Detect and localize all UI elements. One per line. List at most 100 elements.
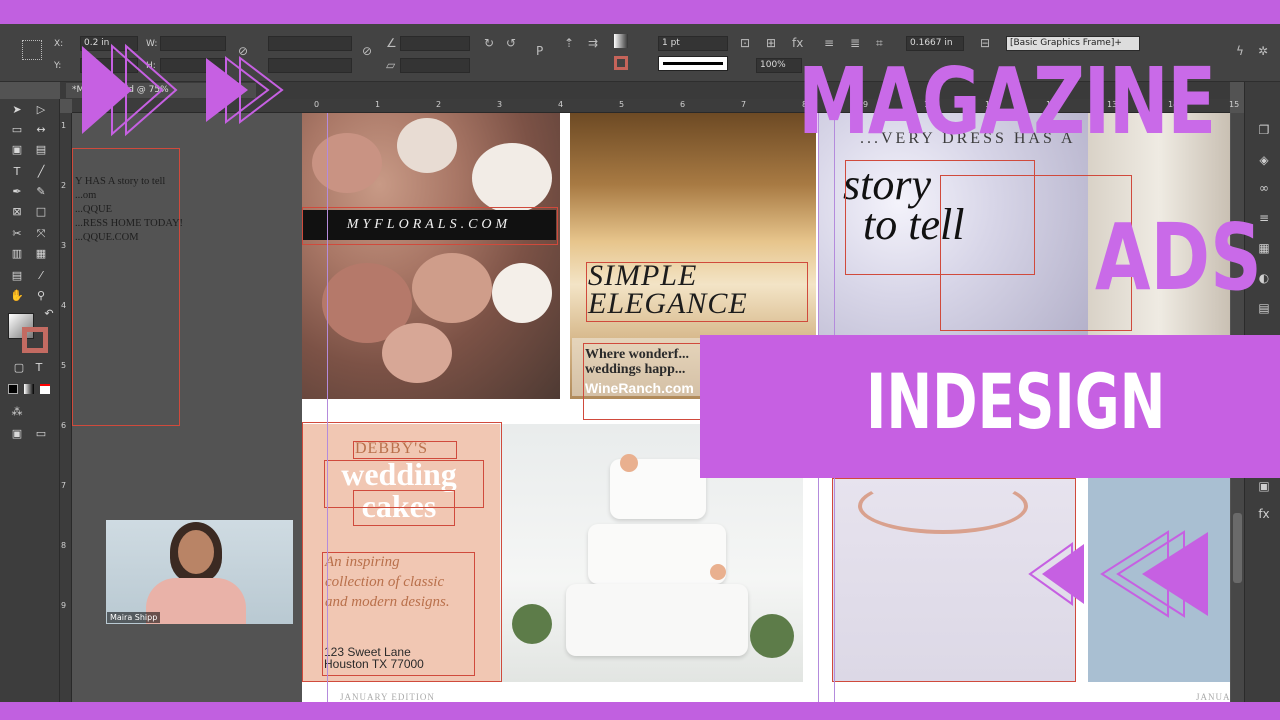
scroll-thumb[interactable] bbox=[1233, 513, 1242, 583]
shear-icon[interactable]: ▱ bbox=[386, 58, 395, 72]
x-label: X: bbox=[54, 39, 64, 49]
ruler-tick-label: 0 bbox=[314, 100, 320, 109]
ruler-tick-label: 9 bbox=[61, 601, 67, 610]
grid-icon[interactable]: ⊞ bbox=[766, 36, 776, 50]
gradient-feather-tool-icon[interactable]: ▦ bbox=[32, 245, 50, 263]
selection-tool-icon[interactable]: ➤ bbox=[8, 101, 26, 119]
ruler-tick-label: 1 bbox=[61, 121, 67, 130]
footer-left: JANUARY EDITION bbox=[340, 692, 435, 702]
text-path-icon[interactable]: P bbox=[536, 44, 543, 58]
rectangle-frame-tool-icon[interactable]: ⊠ bbox=[8, 203, 26, 221]
rectangle-tool-icon[interactable]: □ bbox=[32, 203, 50, 221]
gap-tool-icon[interactable]: ↔ bbox=[32, 121, 50, 139]
back-arrows-icon bbox=[1028, 530, 1208, 618]
apply-gradient-icon[interactable] bbox=[24, 384, 34, 394]
margin-guide bbox=[327, 113, 328, 702]
pasteboard-line: ...QQUE.COM bbox=[75, 232, 139, 243]
stroke-icon[interactable] bbox=[614, 56, 628, 70]
pasteboard-line: ...om bbox=[75, 190, 97, 201]
ruler-tick-label: 1 bbox=[375, 100, 381, 109]
ruler-tick-label: 4 bbox=[558, 100, 564, 109]
pasteboard-text[interactable]: Y HAS A story to tell ...om ...QQUE ...R… bbox=[75, 175, 183, 245]
forward-arrows-icon bbox=[82, 43, 284, 137]
apply-none-icon[interactable] bbox=[40, 384, 50, 394]
layers-panel-icon[interactable]: ◈ bbox=[1255, 152, 1273, 168]
free-transform-tool-icon[interactable]: ⤧ bbox=[32, 225, 50, 243]
venue-headline-frame[interactable] bbox=[586, 262, 808, 322]
gear-icon[interactable]: ✲ bbox=[1258, 44, 1268, 58]
bottom-border-strip bbox=[0, 702, 1280, 720]
ruler-tick-label: 2 bbox=[61, 181, 67, 190]
floral-text-frame[interactable] bbox=[302, 207, 558, 245]
ruler-tick-label: 7 bbox=[61, 481, 67, 490]
line-tool-icon[interactable]: ╱ bbox=[32, 163, 50, 181]
rotate-icon[interactable]: ∠ bbox=[386, 36, 397, 50]
venue-text-frame[interactable] bbox=[583, 343, 713, 420]
eyedropper-tool-icon[interactable]: ⁄ bbox=[32, 267, 50, 285]
rotate-field[interactable] bbox=[400, 36, 470, 51]
rotate-cw-icon[interactable]: ↻ bbox=[484, 36, 494, 50]
y-label: Y: bbox=[54, 61, 62, 71]
pasteboard-line: ...RESS HOME TODAY! bbox=[75, 218, 184, 229]
ruler-tick-label: 3 bbox=[497, 100, 503, 109]
webcam-name: Maira Shipp bbox=[107, 612, 161, 623]
overlay-banner-text: INDESIGN bbox=[866, 357, 1166, 446]
pages-panel-icon[interactable]: ❐ bbox=[1255, 122, 1273, 138]
fill-icon[interactable] bbox=[614, 34, 628, 48]
ruler-tick-label: 3 bbox=[61, 241, 67, 250]
page-tool-icon[interactable]: ▭ bbox=[8, 121, 26, 139]
screen: X: 0.2 in Y: W: H: ⊘ ⊘ ∠ ▱ ↻ ↺ P ⇡ ⇉ 1 p… bbox=[0, 0, 1280, 720]
reference-point-icon[interactable] bbox=[22, 40, 42, 60]
rotate-ccw-icon[interactable]: ↺ bbox=[506, 36, 516, 50]
vertical-ruler: 1 2 3 4 5 6 7 8 9 bbox=[60, 113, 72, 702]
apply-color-icon[interactable] bbox=[8, 384, 18, 394]
shear-field[interactable] bbox=[400, 58, 470, 73]
type-tool-icon[interactable]: T bbox=[8, 163, 26, 181]
direct-selection-tool-icon[interactable]: ▷ bbox=[32, 101, 50, 119]
frame-fitting-icon[interactable]: ⊡ bbox=[740, 36, 750, 50]
note-tool-icon[interactable]: ▤ bbox=[8, 267, 26, 285]
top-border-strip bbox=[0, 0, 1280, 24]
tools-panel: ➤ ▷ ▭ ↔ ▣ ▤ T ╱ ✒ ✎ ⊠ □ ✂ ⤧ ▥ ▦ ▤ ⁄ ✋ ⚲ … bbox=[0, 99, 60, 702]
formatting-text-icon[interactable]: T bbox=[30, 359, 48, 377]
scissors-tool-icon[interactable]: ✂ bbox=[8, 225, 26, 243]
stroke-swatch[interactable] bbox=[22, 327, 48, 353]
pen-tool-icon[interactable]: ✒ bbox=[8, 183, 26, 201]
ruler-tick-label: 8 bbox=[61, 541, 67, 550]
ruler-tick-label: 15 bbox=[1229, 100, 1240, 109]
webcam-overlay bbox=[106, 520, 293, 624]
stroke-weight-field[interactable]: 1 pt bbox=[658, 36, 728, 51]
overlay-title-magazine: MAGAZINE bbox=[798, 48, 1216, 155]
zoom-tool-icon[interactable]: ⚲ bbox=[32, 287, 50, 305]
cake-ad-frame[interactable] bbox=[302, 422, 502, 682]
stroke-type-select[interactable] bbox=[658, 56, 728, 71]
screen-mode-icon[interactable]: ⁂ bbox=[8, 403, 26, 421]
hand-tool-icon[interactable]: ✋ bbox=[8, 287, 26, 305]
overlay-title-ads: ADS bbox=[1095, 204, 1262, 311]
ruler-tick-label: 5 bbox=[619, 100, 625, 109]
pasteboard-line: ...QQUE bbox=[75, 204, 113, 215]
effects-panel-icon[interactable]: fx bbox=[1255, 506, 1273, 522]
ruler-tick-label: 7 bbox=[741, 100, 747, 109]
gradient-swatch-tool-icon[interactable]: ▥ bbox=[8, 245, 26, 263]
ruler-tick-label: 5 bbox=[61, 361, 67, 370]
normal-view-icon[interactable]: ▣ bbox=[8, 425, 26, 443]
swap-fill-stroke-icon[interactable]: ↶ bbox=[40, 305, 58, 323]
floral-ad-image[interactable] bbox=[302, 113, 560, 399]
content-collector-icon[interactable]: ▣ bbox=[8, 141, 26, 159]
select-container-icon[interactable]: ⇡ bbox=[564, 36, 574, 50]
opacity-field[interactable]: 100% bbox=[756, 58, 802, 73]
ruler-tick-label: 2 bbox=[436, 100, 442, 109]
pencil-tool-icon[interactable]: ✎ bbox=[32, 183, 50, 201]
pasteboard-line: Y HAS A story to tell bbox=[75, 176, 166, 187]
preview-view-icon[interactable]: ▭ bbox=[32, 425, 50, 443]
ruler-tick-label: 6 bbox=[680, 100, 686, 109]
text-wrap-panel-icon[interactable]: ▣ bbox=[1255, 478, 1273, 494]
lightning-icon[interactable]: ϟ bbox=[1236, 44, 1244, 58]
formatting-container-icon[interactable]: ▢ bbox=[10, 359, 28, 377]
links-panel-icon[interactable]: ∞ bbox=[1255, 180, 1273, 196]
link-icon[interactable]: ⊘ bbox=[362, 44, 372, 58]
content-placer-icon[interactable]: ▤ bbox=[32, 141, 50, 159]
ruler-tick-label: 4 bbox=[61, 301, 67, 310]
next-object-icon[interactable]: ⇉ bbox=[588, 36, 598, 50]
